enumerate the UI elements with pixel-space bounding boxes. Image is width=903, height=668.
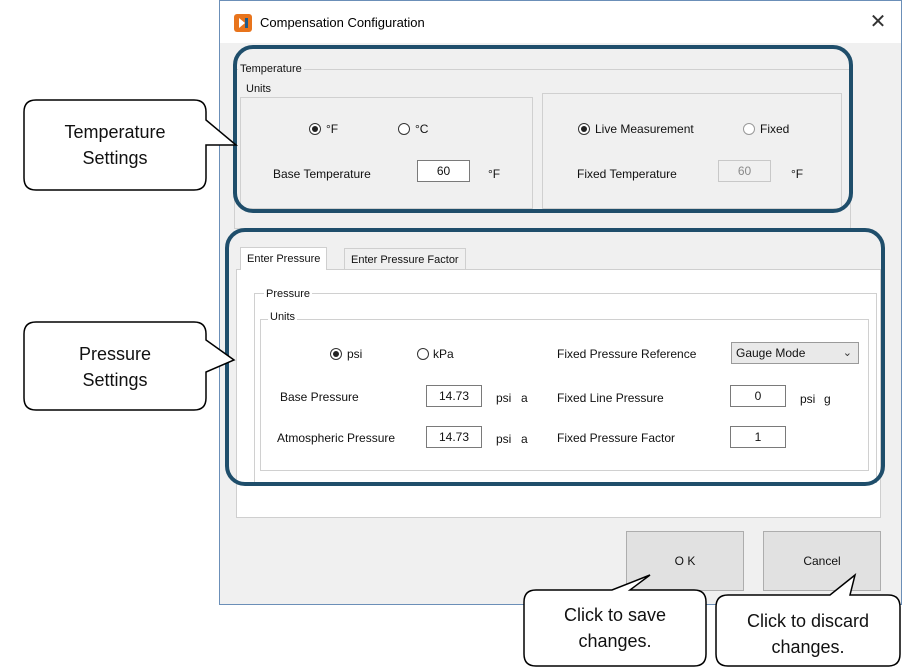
discard-callout: Click to discard changes. xyxy=(716,608,900,660)
temperature-callout-line1: Temperature xyxy=(64,122,166,142)
pressure-callout-line1: Pressure xyxy=(78,344,152,364)
pressure-callout: Pressure Settings xyxy=(24,341,206,393)
temperature-callout-line2: Settings xyxy=(82,148,148,168)
discard-callout-line2: changes. xyxy=(771,637,845,657)
discard-callout-line1: Click to discard xyxy=(746,611,870,631)
save-callout-line1: Click to save xyxy=(563,605,667,625)
pressure-callout-line2: Settings xyxy=(82,370,148,390)
callout-shapes xyxy=(23,99,901,667)
save-callout: Click to save changes. xyxy=(524,602,706,654)
save-callout-line2: changes. xyxy=(578,631,652,651)
temperature-callout: Temperature Settings xyxy=(24,119,206,171)
